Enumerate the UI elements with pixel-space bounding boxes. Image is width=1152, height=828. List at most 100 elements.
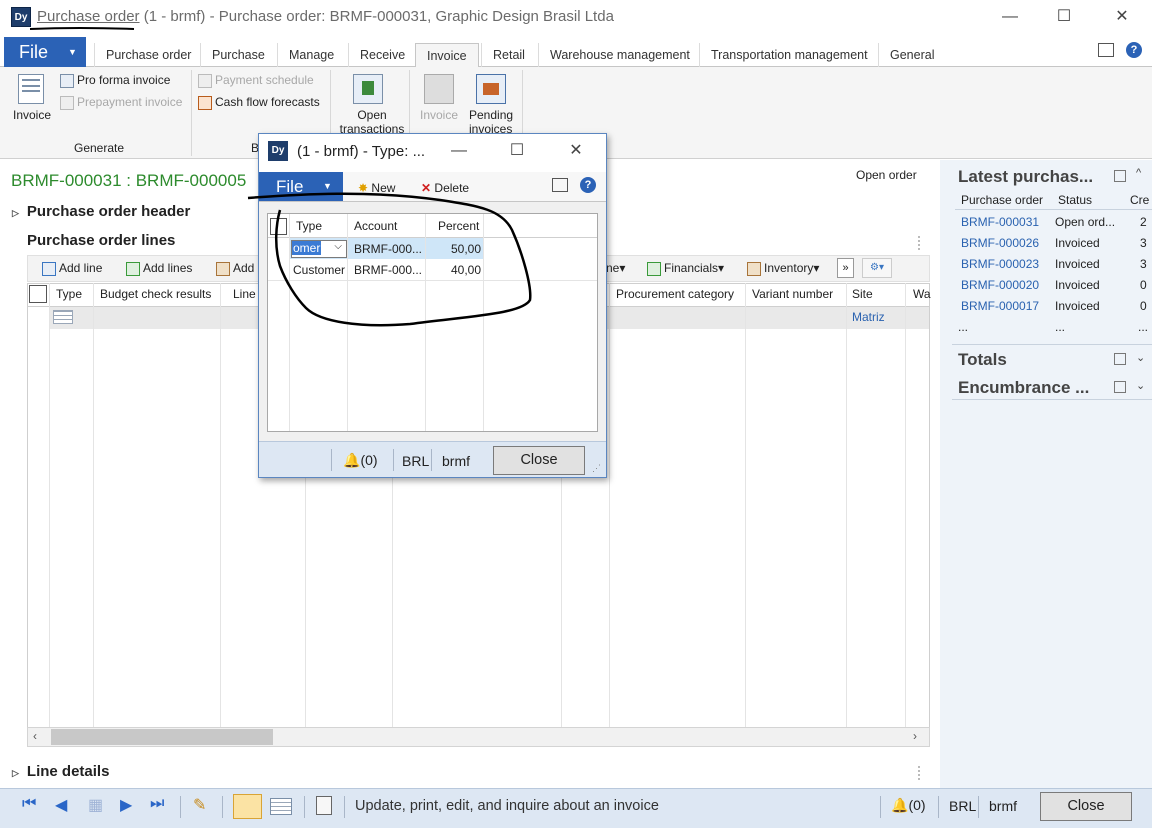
dialog-maximize-icon[interactable]: ☐ — [502, 140, 532, 162]
column-header-procurement-category[interactable]: Procurement category — [616, 287, 734, 301]
tab-receive[interactable]: Receive — [348, 43, 416, 67]
factbox-menu-icon[interactable] — [1114, 381, 1126, 393]
file-menu-button[interactable]: File ▼ — [4, 37, 86, 67]
bell-icon: 🔔 — [343, 452, 361, 468]
select-all-checkbox[interactable] — [29, 285, 47, 303]
cash-flow-forecasts-button[interactable]: Cash flow forecasts — [198, 95, 320, 110]
maximize-icon[interactable]: ☐ — [1049, 6, 1079, 28]
scrollbar-thumb[interactable] — [51, 729, 273, 745]
tab-general[interactable]: General — [878, 43, 945, 67]
dialog-layout-icon[interactable] — [552, 178, 568, 192]
tab-purchase-order[interactable]: Purchase order — [94, 43, 202, 67]
personalize-icon[interactable]: ⚙▾ — [862, 258, 892, 278]
encumbrance-section[interactable]: Encumbrance ... — [958, 378, 1089, 398]
window-title: Purchase order (1 - brmf) - Purchase ord… — [37, 8, 614, 25]
add-line-button[interactable]: Add line — [42, 261, 102, 276]
last-record-icon[interactable]: ⏭ — [150, 795, 164, 813]
layout-icon[interactable] — [1098, 43, 1114, 57]
annotation-circle — [247, 192, 532, 327]
rp-po-link[interactable]: BRMF-000031 — [961, 215, 1039, 229]
rp-po-link[interactable]: BRMF-000017 — [961, 299, 1039, 313]
notifications-button[interactable]: 🔔(0) — [891, 797, 926, 814]
rp-ellipsis: ... — [1138, 320, 1149, 334]
rp-po-link[interactable]: BRMF-000020 — [961, 278, 1039, 292]
expand-chevron-icon[interactable]: ⌄ — [1136, 379, 1145, 392]
add-lines-button[interactable]: Add lines — [126, 261, 192, 276]
close-button[interactable]: Close — [1040, 792, 1132, 821]
inventory-label: Inventory — [764, 261, 814, 275]
column-header-type[interactable]: Type — [56, 287, 82, 301]
totals-section[interactable]: Totals — [958, 350, 1007, 370]
rp-po-link[interactable]: BRMF-000026 — [961, 236, 1039, 250]
dialog-notifications-button[interactable]: 🔔(0) — [343, 452, 378, 469]
dialog-help-icon[interactable]: ? — [580, 177, 596, 193]
expand-icon: ▷ — [12, 208, 19, 218]
inventory-menu-button[interactable]: Inventory▾ — [747, 261, 819, 276]
details-view-icon[interactable] — [233, 794, 262, 819]
rp-po-link[interactable]: BRMF-000023 — [961, 257, 1039, 271]
previous-record-icon[interactable]: ◀ — [55, 795, 67, 815]
edit-pencil-icon[interactable]: ✎ — [193, 795, 206, 815]
notification-count: (0) — [908, 797, 926, 813]
line-details-section[interactable]: ▷ Line details — [12, 763, 109, 780]
help-icon[interactable]: ? — [1126, 42, 1142, 58]
dialog-logo-icon: Dy — [268, 141, 288, 161]
column-header-budget-check[interactable]: Budget check results — [100, 287, 211, 301]
pro-forma-label: Pro forma invoice — [77, 73, 171, 87]
app-logo-icon: Dy — [11, 7, 31, 27]
grid-view-icon[interactable] — [270, 798, 292, 815]
scroll-left-icon[interactable]: ‹ — [33, 729, 37, 743]
resize-grip-icon[interactable]: ⋰ — [592, 463, 601, 474]
status-divider — [880, 796, 881, 818]
collapse-icon[interactable]: ^ — [1136, 167, 1141, 179]
tab-purchase[interactable]: Purchase — [200, 43, 276, 67]
scroll-right-icon[interactable]: › — [913, 729, 917, 743]
expand-chevron-icon[interactable]: ⌄ — [1136, 351, 1145, 364]
close-icon[interactable]: ✕ — [1107, 6, 1137, 28]
next-record-icon[interactable]: ▶ — [120, 795, 132, 815]
minimize-icon[interactable]: — — [995, 6, 1025, 28]
factbox-menu-icon[interactable] — [1114, 353, 1126, 365]
row-details-icon[interactable] — [53, 310, 73, 324]
payment-schedule-label: Payment schedule — [215, 73, 314, 87]
payment-schedule-button: Payment schedule — [198, 73, 314, 88]
column-header-site[interactable]: Site — [852, 287, 873, 301]
invoice-button[interactable]: Invoice — [13, 108, 51, 122]
dialog-minimize-icon[interactable]: — — [444, 140, 474, 162]
first-record-icon[interactable]: ⏮ — [22, 795, 36, 813]
purchase-order-lines-section[interactable]: Purchase order lines — [27, 232, 175, 249]
column-header-variant-number[interactable]: Variant number — [752, 287, 833, 301]
dialog-close-button[interactable]: Close — [493, 446, 585, 475]
title-purchase-order-link[interactable]: Purchase order — [37, 8, 140, 25]
purchase-order-header-section[interactable]: ▷ Purchase order header — [12, 203, 190, 220]
file-label: File — [19, 42, 49, 62]
dialog-company-indicator[interactable]: brmf — [442, 453, 470, 469]
dialog-close-icon[interactable]: ✕ — [561, 140, 591, 162]
rp-column-purchase-order: Purchase order — [961, 193, 1044, 207]
invoice-icon — [18, 74, 44, 104]
tab-warehouse-management[interactable]: Warehouse management — [538, 43, 701, 67]
company-indicator[interactable]: brmf — [989, 798, 1017, 814]
column-divider — [905, 283, 906, 727]
tab-retail[interactable]: Retail — [481, 43, 536, 67]
column-header-warehouse[interactable]: Wa — [913, 287, 931, 301]
section-label: Line details — [26, 763, 110, 780]
line-menu-label: ne — [606, 261, 620, 275]
tab-transportation-management[interactable]: Transportation management — [699, 43, 879, 67]
pending-invoices-label: Pending invoices — [469, 108, 514, 136]
tab-invoice[interactable]: Invoice — [415, 43, 479, 68]
attachment-icon[interactable] — [316, 796, 332, 815]
pending-invoices-button[interactable]: Pending invoices — [469, 108, 515, 136]
record-grid-icon[interactable]: ▦ — [88, 795, 103, 815]
dialog-currency-indicator: BRL — [402, 453, 430, 469]
more-commands-icon[interactable]: » — [837, 258, 854, 278]
financials-menu-button[interactable]: Financials▾ — [647, 261, 724, 276]
open-transactions-button[interactable]: Open transactions — [340, 108, 407, 136]
tab-manage[interactable]: Manage — [277, 43, 345, 67]
pro-forma-invoice-button[interactable]: Pro forma invoice — [60, 73, 170, 88]
factbox-menu-icon[interactable] — [1114, 170, 1126, 182]
rp-status: Invoiced — [1055, 299, 1100, 313]
line-menu-button[interactable]: ne▾ — [606, 261, 625, 275]
rp-status: Invoiced — [1055, 278, 1100, 292]
rp-column-status: Status — [1058, 193, 1093, 207]
